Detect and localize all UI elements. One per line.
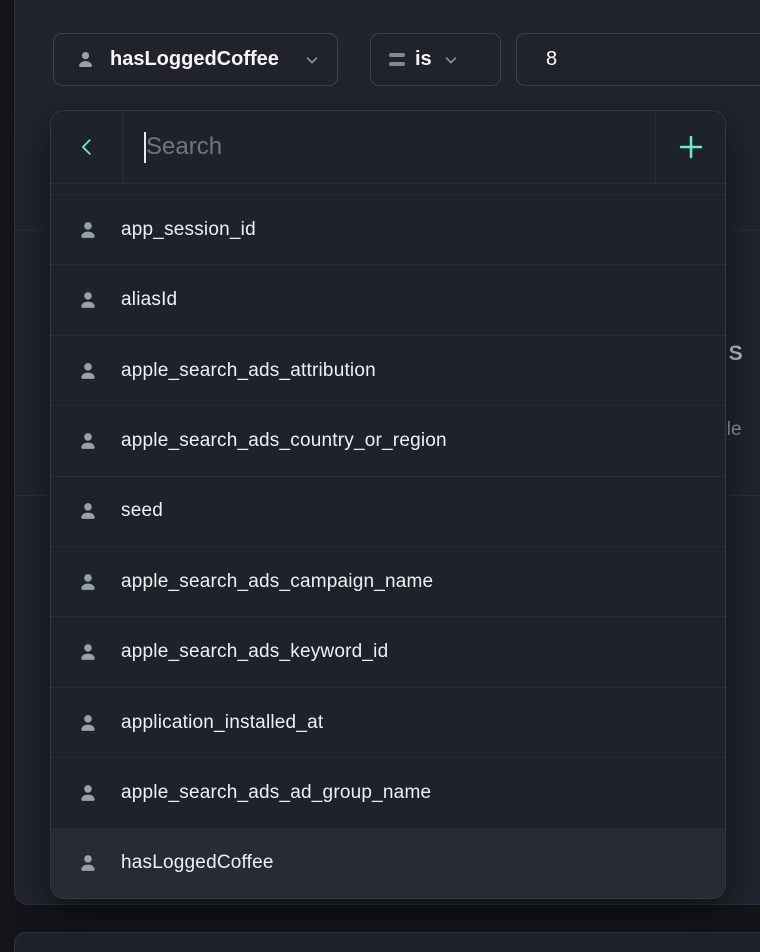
list-item-apple-search-ads-campaign-name[interactable]: apple_search_ads_campaign_name	[51, 547, 725, 617]
filter-value-field[interactable]: 8	[516, 33, 760, 86]
equals-icon	[389, 53, 405, 66]
list-scroll-sliver	[51, 184, 725, 195]
filter-value-text: 8	[546, 48, 557, 71]
list-item-apple-search-ads-keyword-id[interactable]: apple_search_ads_keyword_id	[51, 617, 725, 687]
list-item-application-installed-at[interactable]: application_installed_at	[51, 688, 725, 758]
search-field-container	[124, 111, 655, 183]
list-item-app-session-id[interactable]: app_session_id	[51, 195, 725, 265]
dropdown-header	[51, 111, 725, 184]
list-item-label: apple_search_ads_keyword_id	[121, 641, 388, 663]
list-item-hasloggedcoffee[interactable]: hasLoggedCoffee	[51, 829, 725, 898]
operator-selector-button[interactable]: is	[370, 33, 501, 86]
next-filter-card-sliver	[14, 932, 760, 952]
list-item-label: apple_search_ads_campaign_name	[121, 571, 433, 593]
person-icon	[77, 712, 99, 734]
person-icon	[77, 500, 99, 522]
chevron-left-icon	[76, 136, 98, 158]
chevron-down-icon	[442, 51, 460, 69]
property-dropdown-panel: app_session_id aliasId apple_search_ads_…	[50, 110, 726, 899]
property-selector-label: hasLoggedCoffee	[110, 48, 289, 71]
person-icon	[77, 852, 99, 874]
person-icon	[77, 289, 99, 311]
person-icon	[77, 641, 99, 663]
list-item-label: apple_search_ads_attribution	[121, 360, 376, 382]
list-item-label: apple_search_ads_country_or_region	[121, 430, 447, 452]
list-item-label: seed	[121, 500, 163, 522]
person-icon	[77, 219, 99, 241]
list-item-label: application_installed_at	[121, 712, 323, 734]
add-property-button[interactable]	[655, 111, 725, 183]
operator-selector-label: is	[415, 48, 432, 71]
plus-icon	[677, 133, 705, 161]
person-icon	[77, 782, 99, 804]
list-item-label: app_session_id	[121, 219, 256, 241]
person-icon	[77, 571, 99, 593]
list-item-apple-search-ads-country-or-region[interactable]: apple_search_ads_country_or_region	[51, 406, 725, 476]
chevron-down-icon	[303, 51, 321, 69]
person-icon	[75, 49, 96, 70]
list-item-label: aliasId	[121, 289, 177, 311]
list-item-apple-search-ads-ad-group-name[interactable]: apple_search_ads_ad_group_name	[51, 758, 725, 828]
list-item-label: hasLoggedCoffee	[121, 852, 274, 874]
person-icon	[77, 430, 99, 452]
text-caret	[144, 132, 146, 163]
back-button[interactable]	[51, 111, 124, 183]
list-item-seed[interactable]: seed	[51, 477, 725, 547]
list-item-aliasid[interactable]: aliasId	[51, 265, 725, 335]
person-icon	[77, 360, 99, 382]
list-item-apple-search-ads-attribution[interactable]: apple_search_ads_attribution	[51, 336, 725, 406]
search-input[interactable]	[124, 111, 655, 183]
list-item-label: apple_search_ads_ad_group_name	[121, 782, 431, 804]
property-selector-button[interactable]: hasLoggedCoffee	[53, 33, 338, 86]
property-list: app_session_id aliasId apple_search_ads_…	[51, 195, 725, 898]
